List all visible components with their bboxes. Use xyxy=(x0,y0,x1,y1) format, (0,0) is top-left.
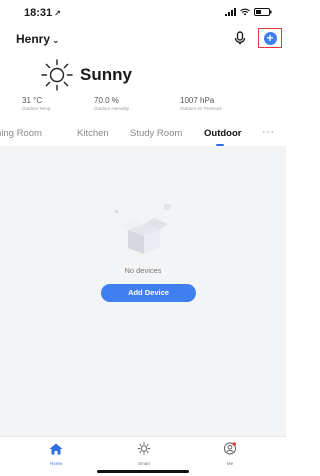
signal-icon xyxy=(225,8,236,16)
home-indicator xyxy=(97,470,189,473)
tabbar-label: Home xyxy=(49,461,62,466)
tab-label: Outdoor xyxy=(204,128,242,139)
empty-box-icon xyxy=(115,204,171,254)
more-tabs-icon[interactable]: ··· xyxy=(262,126,275,138)
add-button[interactable]: + xyxy=(258,28,282,48)
tab-study-room[interactable]: Study Room xyxy=(130,128,182,139)
weather-condition: Sunny xyxy=(80,65,132,84)
room-tabs: Dining Room Kitchen Study Room Outdoor ·… xyxy=(0,124,286,146)
stat-label: Outdoor Humidity xyxy=(94,106,130,111)
stat-value: 31 °C xyxy=(22,96,43,105)
tabbar-label: Smart xyxy=(137,461,150,466)
stat-value: 1007 hPa xyxy=(180,96,215,105)
header: Henry ⌄ + xyxy=(0,28,286,50)
tab-kitchen[interactable]: Kitchen xyxy=(77,128,109,139)
stat-label: Outdoor Temp xyxy=(22,106,51,111)
stat-temperature: 31 °C Outdoor Temp xyxy=(22,96,50,111)
plus-icon: + xyxy=(263,31,277,45)
location-arrow-icon: ↗ xyxy=(54,9,61,18)
home-name: Henry xyxy=(16,32,51,46)
status-time-text: 18:31 xyxy=(24,7,53,19)
sun-icon xyxy=(137,442,151,455)
battery-icon xyxy=(254,8,272,16)
tabbar-me[interactable]: Me xyxy=(210,442,250,466)
weather-stats: 31 °C Outdoor Temp 70.0 % Outdoor Humidi… xyxy=(0,96,286,118)
stat-value: 70.0 % xyxy=(94,96,119,105)
status-bar: 18:31 ↗ xyxy=(0,0,286,26)
chevron-down-icon: ⌄ xyxy=(52,35,60,45)
sun-icon xyxy=(41,59,73,91)
tabbar-label: Me xyxy=(226,461,234,466)
user-icon xyxy=(223,442,237,455)
microphone-icon[interactable] xyxy=(232,30,248,46)
stat-humidity: 70.0 % Outdoor Humidity xyxy=(94,96,129,111)
status-indicators xyxy=(225,8,272,16)
add-device-button[interactable]: Add Device xyxy=(101,284,196,302)
tab-dining-room[interactable]: Dining Room xyxy=(0,128,42,139)
home-icon xyxy=(49,443,63,455)
status-time: 18:31 ↗ xyxy=(24,7,61,19)
tabbar-smart[interactable]: Smart xyxy=(124,442,164,466)
device-list-area: No devices Add Device xyxy=(0,146,286,436)
home-selector[interactable]: Henry ⌄ xyxy=(16,32,60,46)
stat-label: Outdoor Air Pressure xyxy=(180,106,223,111)
empty-message: No devices xyxy=(124,266,162,275)
tab-outdoor[interactable]: Outdoor xyxy=(204,128,242,146)
tabbar-home[interactable]: Home xyxy=(36,442,76,466)
wifi-icon xyxy=(240,8,250,16)
stat-pressure: 1007 hPa Outdoor Air Pressure xyxy=(180,96,222,111)
